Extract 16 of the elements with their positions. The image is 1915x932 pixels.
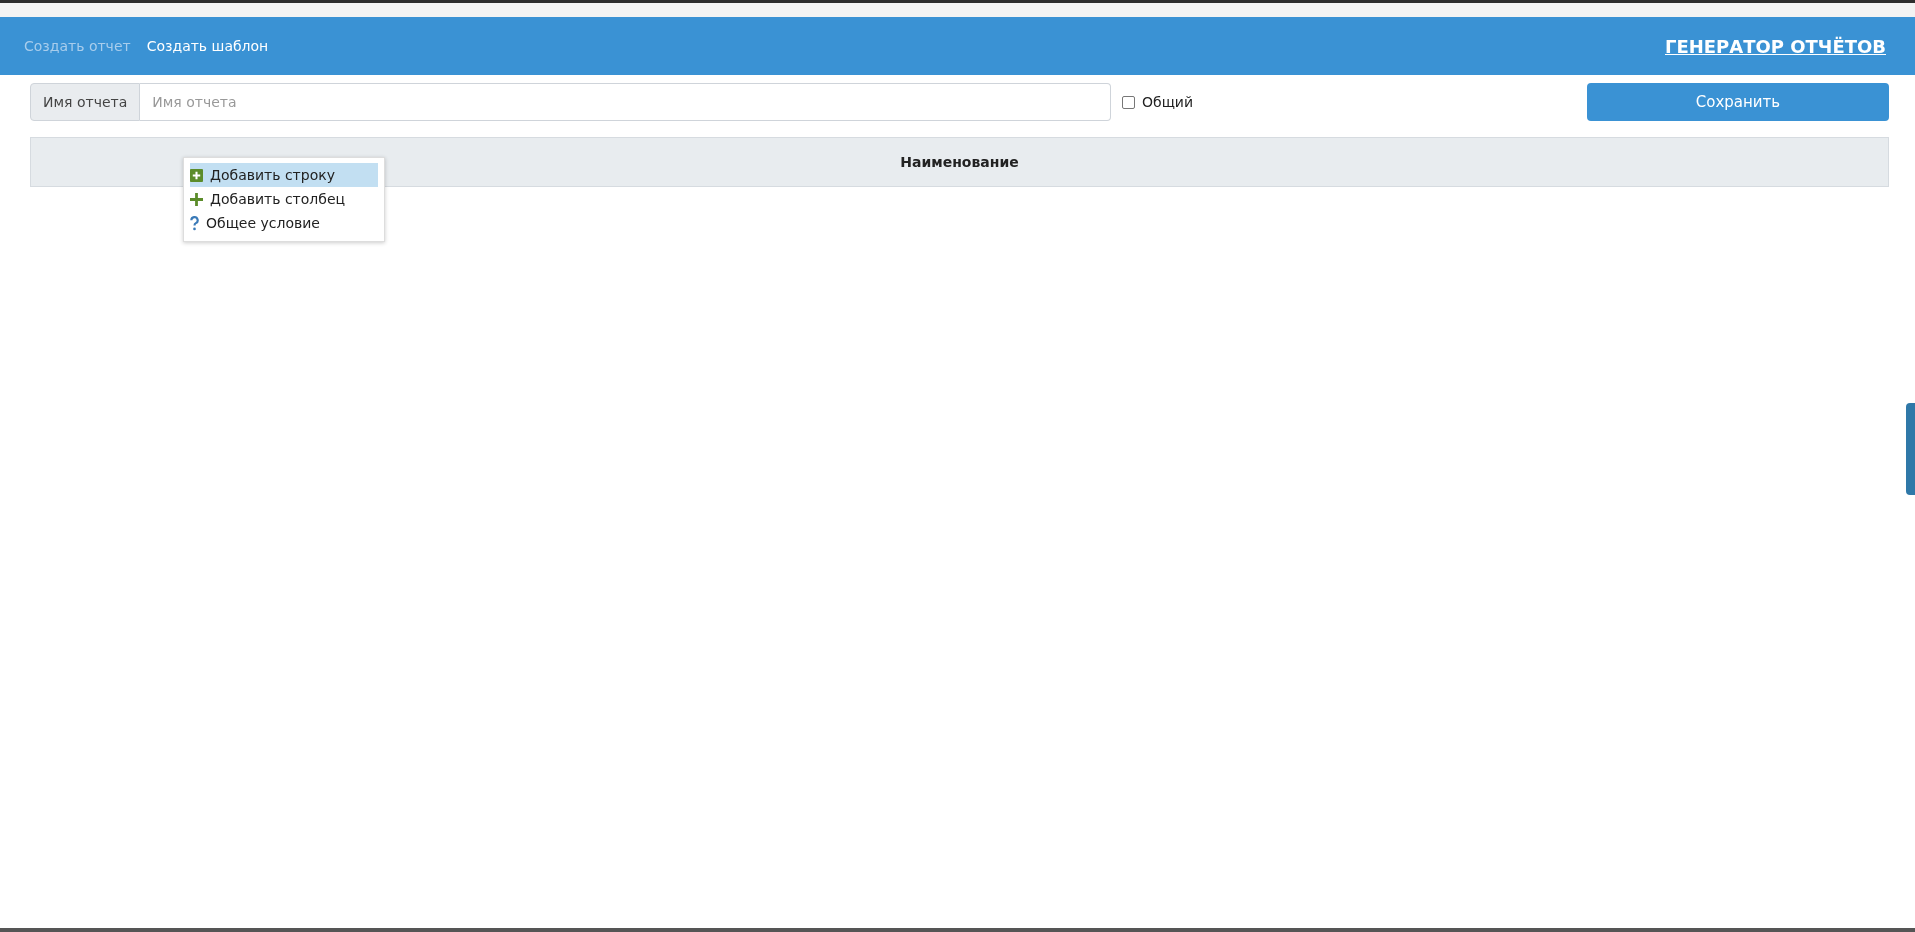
nav-link[interactable]: Создать отчет bbox=[24, 38, 131, 54]
brand-link[interactable]: ГЕНЕРАТОР ОТЧЁТОВ bbox=[1665, 35, 1886, 57]
plus-icon bbox=[190, 192, 203, 206]
nav-link[interactable]: Создать шаблон bbox=[146, 38, 269, 54]
checkbox-label: Общий bbox=[1142, 94, 1194, 110]
checkbox[interactable] bbox=[1122, 95, 1135, 109]
menu-item[interactable]: Общее условие bbox=[190, 211, 378, 235]
plus-square-icon bbox=[190, 168, 203, 182]
field-label: Имя отчета bbox=[30, 83, 141, 121]
question-icon bbox=[190, 215, 199, 231]
menu-item[interactable]: Добавить столбец bbox=[190, 187, 378, 211]
column-header: Наименование bbox=[900, 154, 1019, 170]
menu-item[interactable]: Добавить строку bbox=[190, 163, 378, 187]
side-panel-handle[interactable] bbox=[1906, 403, 1915, 495]
save-button[interactable]: Сохранить bbox=[1587, 83, 1889, 121]
report-name-field[interactable]: Имя отчета bbox=[140, 83, 1111, 121]
